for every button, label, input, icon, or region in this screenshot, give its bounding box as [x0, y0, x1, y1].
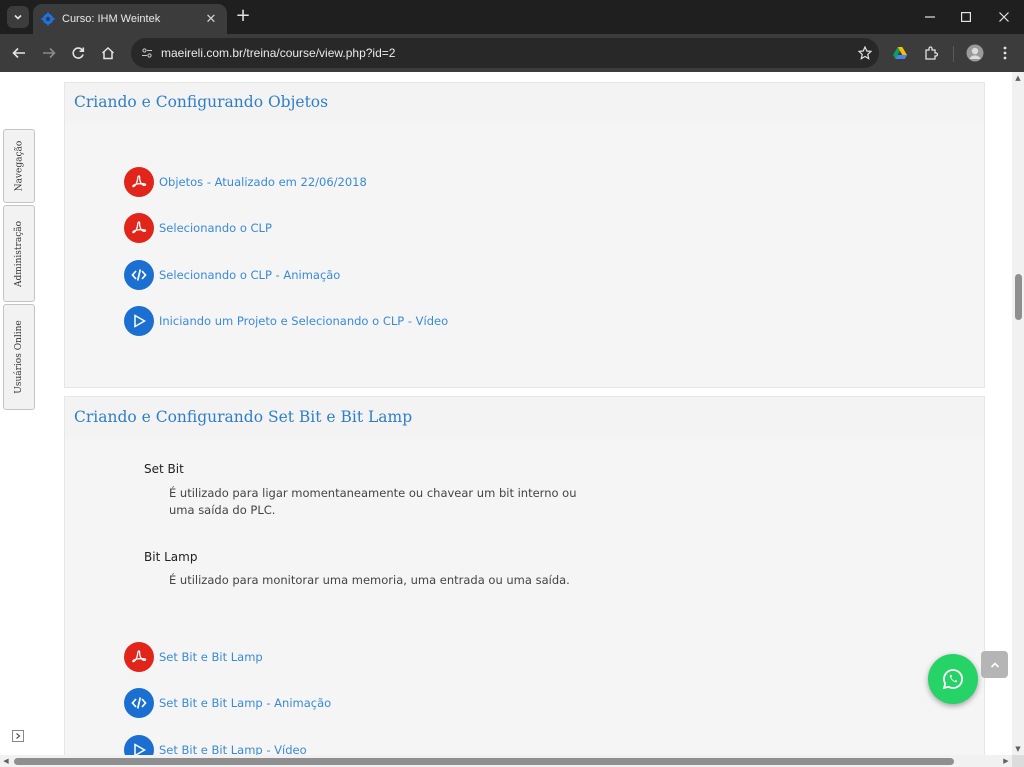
sidebar-tab-label: Navegação	[14, 140, 25, 192]
section-title[interactable]: Criando e Configurando Objetos	[74, 93, 328, 111]
site-info-icon[interactable]	[139, 45, 155, 61]
close-icon	[999, 12, 1009, 22]
activity-item[interactable]: Objetos - Atualizado em 22/06/2018	[124, 167, 367, 197]
play-icon	[124, 735, 154, 755]
activity-item[interactable]: Selecionando o CLP	[124, 213, 272, 243]
activity-link[interactable]: Selecionando o CLP - Animação	[159, 268, 340, 282]
scroll-down-arrow-icon[interactable]: ▼	[1014, 745, 1022, 753]
extensions-puzzle-icon[interactable]	[920, 42, 942, 64]
tab-strip: Curso: IHM Weintek ✕ +	[0, 0, 1024, 34]
vertical-scroll-thumb[interactable]	[1015, 274, 1022, 320]
page-viewport: Navegação Administração Usuários Online …	[0, 72, 1012, 755]
bookmark-star-icon[interactable]	[851, 46, 879, 60]
scrollbar-corner	[1012, 755, 1024, 767]
activity-item[interactable]: Set Bit e Bit Lamp - Vídeo	[124, 735, 307, 755]
home-button[interactable]	[97, 42, 119, 64]
activity-item[interactable]: Selecionando o CLP - Animação	[124, 260, 340, 290]
pdf-icon	[124, 167, 154, 197]
vertical-scrollbar[interactable]: ▲ ▼	[1012, 72, 1024, 755]
scroll-left-arrow-icon[interactable]: ◀	[2, 757, 10, 765]
browser-window-frame: Curso: IHM Weintek ✕ + maeireli.com.br/t…	[0, 0, 1024, 72]
url-text[interactable]: maeireli.com.br/treina/course/view.php?i…	[161, 46, 851, 60]
reload-icon	[72, 47, 85, 59]
scroll-up-arrow-icon[interactable]: ▲	[1014, 74, 1022, 82]
horizontal-scroll-thumb[interactable]	[14, 758, 954, 765]
activity-item[interactable]: Set Bit e Bit Lamp - Animação	[124, 688, 331, 718]
tab-title: Curso: IHM Weintek	[62, 13, 161, 25]
activity-link[interactable]: Set Bit e Bit Lamp	[159, 650, 263, 664]
activity-link[interactable]: Set Bit e Bit Lamp - Animação	[159, 696, 331, 710]
chevron-up-icon	[990, 661, 999, 668]
horizontal-scrollbar[interactable]: ◀ ▶	[0, 755, 1012, 767]
browser-toolbar: maeireli.com.br/treina/course/view.php?i…	[0, 34, 1024, 72]
section-title[interactable]: Criando e Configurando Set Bit e Bit Lam…	[74, 408, 412, 426]
google-drive-extension-icon[interactable]	[889, 42, 911, 64]
arrow-right-icon	[43, 47, 56, 59]
tab-search-button[interactable]	[7, 6, 29, 28]
forward-button[interactable]	[38, 42, 60, 64]
activity-link[interactable]: Objetos - Atualizado em 22/06/2018	[159, 175, 367, 189]
chevron-down-icon	[14, 14, 22, 20]
new-tab-button[interactable]: +	[234, 7, 252, 26]
back-to-top-button[interactable]	[981, 651, 1008, 678]
course-section: Criando e Configurando Set Bit e Bit Lam…	[64, 396, 985, 755]
play-icon	[124, 306, 154, 336]
sidebar-tab-navegacao[interactable]: Navegação	[3, 129, 35, 203]
summary-term: Set Bit	[144, 462, 184, 476]
activity-link[interactable]: Set Bit e Bit Lamp - Vídeo	[159, 743, 307, 755]
tab-close-icon[interactable]: ✕	[203, 12, 219, 27]
summary-description: É utilizado para ligar momentaneamente o…	[169, 486, 577, 517]
summary-term: Bit Lamp	[144, 550, 198, 564]
code-icon	[124, 688, 154, 718]
address-bar[interactable]: maeireli.com.br/treina/course/view.php?i…	[131, 38, 879, 68]
maximize-button[interactable]	[947, 0, 985, 34]
toolbar-separator	[953, 46, 954, 62]
profile-avatar[interactable]	[964, 42, 986, 64]
activity-link[interactable]: Selecionando o CLP	[159, 221, 272, 235]
course-section: Criando e Configurando Objetos Objetos -…	[64, 82, 985, 388]
whatsapp-icon	[942, 669, 963, 690]
more-vertical-icon	[1003, 46, 1007, 60]
sidebar-tab-label: Administração	[14, 220, 25, 287]
activity-link[interactable]: Iniciando um Projeto e Selecionando o CL…	[159, 314, 448, 328]
pdf-icon	[124, 642, 154, 672]
summary-description: É utilizado para monitorar uma memoria, …	[169, 573, 570, 587]
home-icon	[101, 46, 115, 60]
minimize-icon	[925, 16, 935, 18]
code-icon	[124, 260, 154, 290]
scroll-right-arrow-icon[interactable]: ▶	[1002, 757, 1010, 765]
back-button[interactable]	[8, 42, 30, 64]
activity-item[interactable]: Iniciando um Projeto e Selecionando o CL…	[124, 306, 448, 336]
activity-item[interactable]: Set Bit e Bit Lamp	[124, 642, 263, 672]
dock-toggle-icon[interactable]	[12, 730, 24, 742]
browser-menu-button[interactable]	[994, 42, 1016, 64]
whatsapp-chat-button[interactable]	[928, 654, 978, 704]
minimize-button[interactable]	[911, 0, 949, 34]
arrow-left-icon	[12, 47, 25, 59]
browser-tab-active[interactable]: Curso: IHM Weintek ✕	[33, 4, 227, 34]
close-window-button[interactable]	[985, 0, 1023, 34]
reload-button[interactable]	[67, 42, 89, 64]
pdf-icon	[124, 213, 154, 243]
sidebar-tab-label: Usuários Online	[14, 320, 24, 394]
maximize-icon	[961, 12, 971, 22]
sidebar-tab-administracao[interactable]: Administração	[3, 205, 35, 302]
sidebar-tab-usuarios-online[interactable]: Usuários Online	[3, 304, 35, 410]
moodle-gear-favicon-icon	[41, 12, 55, 26]
